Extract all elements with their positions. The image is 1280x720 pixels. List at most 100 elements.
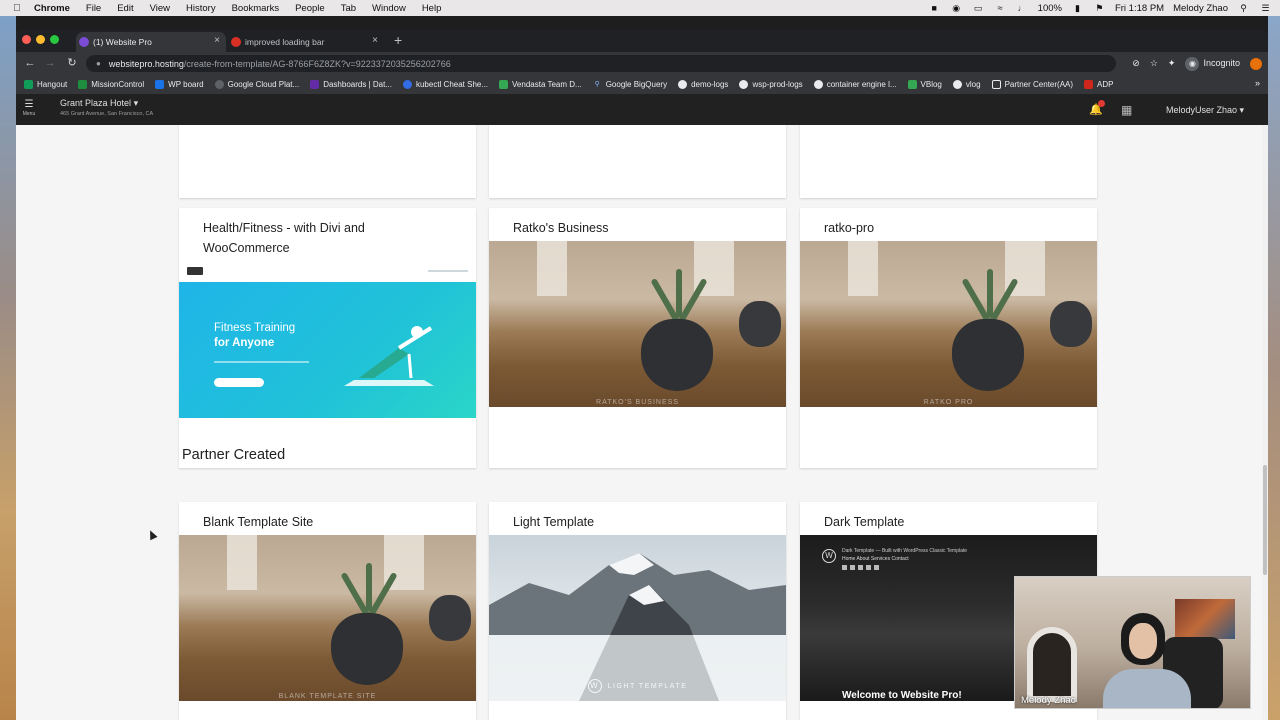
browser-toolbar: ← → ↻ ● websitepro.hosting/create-from-t… <box>16 52 1268 74</box>
reload-icon[interactable]: ↻ <box>64 55 80 71</box>
menu-help[interactable]: Help <box>414 3 450 14</box>
menu-app-chrome[interactable]: Chrome <box>26 3 78 14</box>
bookmarks-bar: Hangout MissionControl WP board Google C… <box>16 74 1268 94</box>
hamburger-icon: ☰ <box>24 99 34 110</box>
new-tab-button[interactable]: + <box>394 32 402 48</box>
bookmark-item[interactable]: kubectl Cheat She... <box>402 79 488 89</box>
bookmark-item[interactable]: container engine l... <box>813 79 897 89</box>
bookmark-item[interactable]: Google Cloud Plat... <box>214 79 299 89</box>
battery-percent[interactable]: 100% <box>1038 3 1062 14</box>
tab-website-pro[interactable]: (1) Website Pro × <box>76 32 226 52</box>
bookmark-label: wsp-prod-logs <box>752 79 803 89</box>
apple-icon[interactable]:  <box>8 3 26 14</box>
user-menu[interactable]: MelodyUser Zhao ▾ <box>1166 105 1244 116</box>
thumb-window <box>537 241 567 296</box>
battery-icon[interactable]: ▮ <box>1071 3 1084 13</box>
desktop-wallpaper-right <box>1268 16 1280 720</box>
hide-eye-icon[interactable]: ⊘ <box>1132 58 1140 69</box>
menu-view[interactable]: View <box>142 3 178 14</box>
bookmark-item[interactable]: vlog <box>952 79 981 89</box>
presenter-face <box>1129 623 1157 659</box>
dark-social-icons <box>842 565 882 570</box>
template-card-blank-template-site[interactable]: Blank Template Site BLANK TEMPLATE SITE <box>179 502 476 720</box>
menu-edit[interactable]: Edit <box>109 3 141 14</box>
menu-file[interactable]: File <box>78 3 109 14</box>
lock-icon: ● <box>96 59 101 68</box>
template-card-light-template[interactable]: Light Template W LIGHT TEMPLATE <box>489 502 786 720</box>
maximize-window-button[interactable] <box>50 35 59 44</box>
close-window-button[interactable] <box>22 35 31 44</box>
template-card-ratko-pro[interactable]: ratko-pro RATKO PRO <box>800 208 1097 468</box>
menu-bookmarks[interactable]: Bookmarks <box>224 3 288 14</box>
bookmark-item[interactable]: wsp-prod-logs <box>739 79 803 89</box>
bookmark-item[interactable]: ⚲ Google BigQuery <box>593 80 667 89</box>
url-path: /create-from-template/AG-8766F6Z8ZK?v=92… <box>183 58 451 69</box>
bookmark-item[interactable]: Dashboards | Dat... <box>310 79 392 89</box>
bookmark-item[interactable]: VBlog <box>907 79 942 89</box>
apps-grid-icon[interactable]: ▦ <box>1121 103 1132 117</box>
menu-window[interactable]: Window <box>364 3 414 14</box>
hangout-icon <box>24 79 33 89</box>
business-switcher[interactable]: Grant Plaza Hotel ▾ <box>60 98 138 109</box>
webcam-name-label: Melody Zhao <box>1021 695 1076 706</box>
template-card-ratkos-business[interactable]: Ratko's Business RATKO'S BUSINESS <box>489 208 786 468</box>
template-title: ratko-pro <box>824 221 875 235</box>
adp-icon <box>1084 79 1094 89</box>
menu-history[interactable]: History <box>178 3 224 14</box>
flag-icon[interactable]: ⚑ <box>1093 3 1106 13</box>
bookmarks-overflow-icon[interactable]: » <box>1255 78 1260 88</box>
desktop-wallpaper-left <box>0 16 16 720</box>
template-card-health-fitness[interactable]: Health/Fitness - with Divi and WooCommer… <box>179 208 476 468</box>
bookmark-item[interactable]: MissionControl <box>78 79 144 89</box>
address-bar[interactable]: ● websitepro.hosting/create-from-templat… <box>86 55 1116 72</box>
menubar-status-area: ■ ◉ ▭ ≈ ♩ 100% ▮ ⚑ Fri 1:18 PM Melody Zh… <box>928 0 1272 16</box>
thumb-caption-text: LIGHT TEMPLATE <box>607 682 688 690</box>
bookmark-label: vlog <box>965 79 981 89</box>
forward-arrow-icon[interactable]: → <box>42 55 58 71</box>
tab-close-icon[interactable]: × <box>372 35 378 46</box>
url-host: websitepro.hosting <box>108 58 184 69</box>
menu-button[interactable]: ☰ Menu <box>20 99 38 121</box>
spotlight-icon[interactable]: ⚲ <box>1237 3 1250 13</box>
vpn-icon[interactable]: ◉ <box>950 3 963 13</box>
tab-close-icon[interactable]: × <box>214 35 220 46</box>
chevron-down-icon: ▾ <box>133 98 139 108</box>
zoom-icon[interactable]: ■ <box>928 3 941 13</box>
presenter-body <box>1103 669 1191 708</box>
bookmark-label: Dashboards | Dat... <box>323 79 392 89</box>
template-card-partial[interactable] <box>800 125 1097 198</box>
template-card-partial[interactable] <box>489 125 786 198</box>
template-thumbnail: W LIGHT TEMPLATE <box>489 535 786 701</box>
menubar-clock[interactable]: Fri 1:18 PM <box>1115 3 1164 14</box>
tab-improved-loading-bar[interactable]: improved loading bar × <box>228 32 384 52</box>
bookmark-item[interactable]: ADP <box>1084 79 1113 89</box>
minimize-window-button[interactable] <box>36 35 45 44</box>
bookmark-item[interactable]: Vendasta Team D... <box>499 79 582 89</box>
scrollbar-thumb[interactable] <box>1263 465 1267 575</box>
bookmark-item[interactable]: demo-logs <box>678 79 728 89</box>
template-card-partial[interactable] <box>179 125 476 198</box>
page-scrollbar[interactable] <box>1262 125 1268 720</box>
bookmark-item[interactable]: Partner Center(AA) <box>991 79 1074 89</box>
fitness-cta <box>214 378 264 387</box>
extensions-puzzle-icon[interactable]: ✦ <box>1168 58 1176 69</box>
template-thumbnail: Fitness Training for Anyone <box>179 260 476 420</box>
menu-tab[interactable]: Tab <box>333 3 364 14</box>
thumb-leaf <box>987 269 993 317</box>
bookmark-item[interactable]: Hangout <box>24 79 67 89</box>
bookmark-star-icon[interactable]: ☆ <box>1150 58 1158 69</box>
menubar-user[interactable]: Melody Zhao <box>1173 3 1228 14</box>
bookmark-item[interactable]: WP board <box>155 79 204 89</box>
profile-incognito[interactable]: ◉ Incognito <box>1185 56 1240 71</box>
volume-icon[interactable]: ♩ <box>1016 3 1029 13</box>
notification-center-icon[interactable]: ☰ <box>1259 3 1272 13</box>
template-thumbnail: BLANK TEMPLATE SITE <box>179 535 476 701</box>
update-indicator-icon[interactable] <box>1250 57 1262 70</box>
back-arrow-icon[interactable]: ← <box>22 55 38 71</box>
tab-strip: (1) Website Pro × improved loading bar ×… <box>16 30 1268 52</box>
menu-people[interactable]: People <box>287 3 333 14</box>
thumb-leaf <box>366 563 372 611</box>
bookmark-label: Partner Center(AA) <box>1004 79 1074 89</box>
screen-icon[interactable]: ▭ <box>972 3 985 13</box>
wifi-icon[interactable]: ≈ <box>994 3 1007 13</box>
